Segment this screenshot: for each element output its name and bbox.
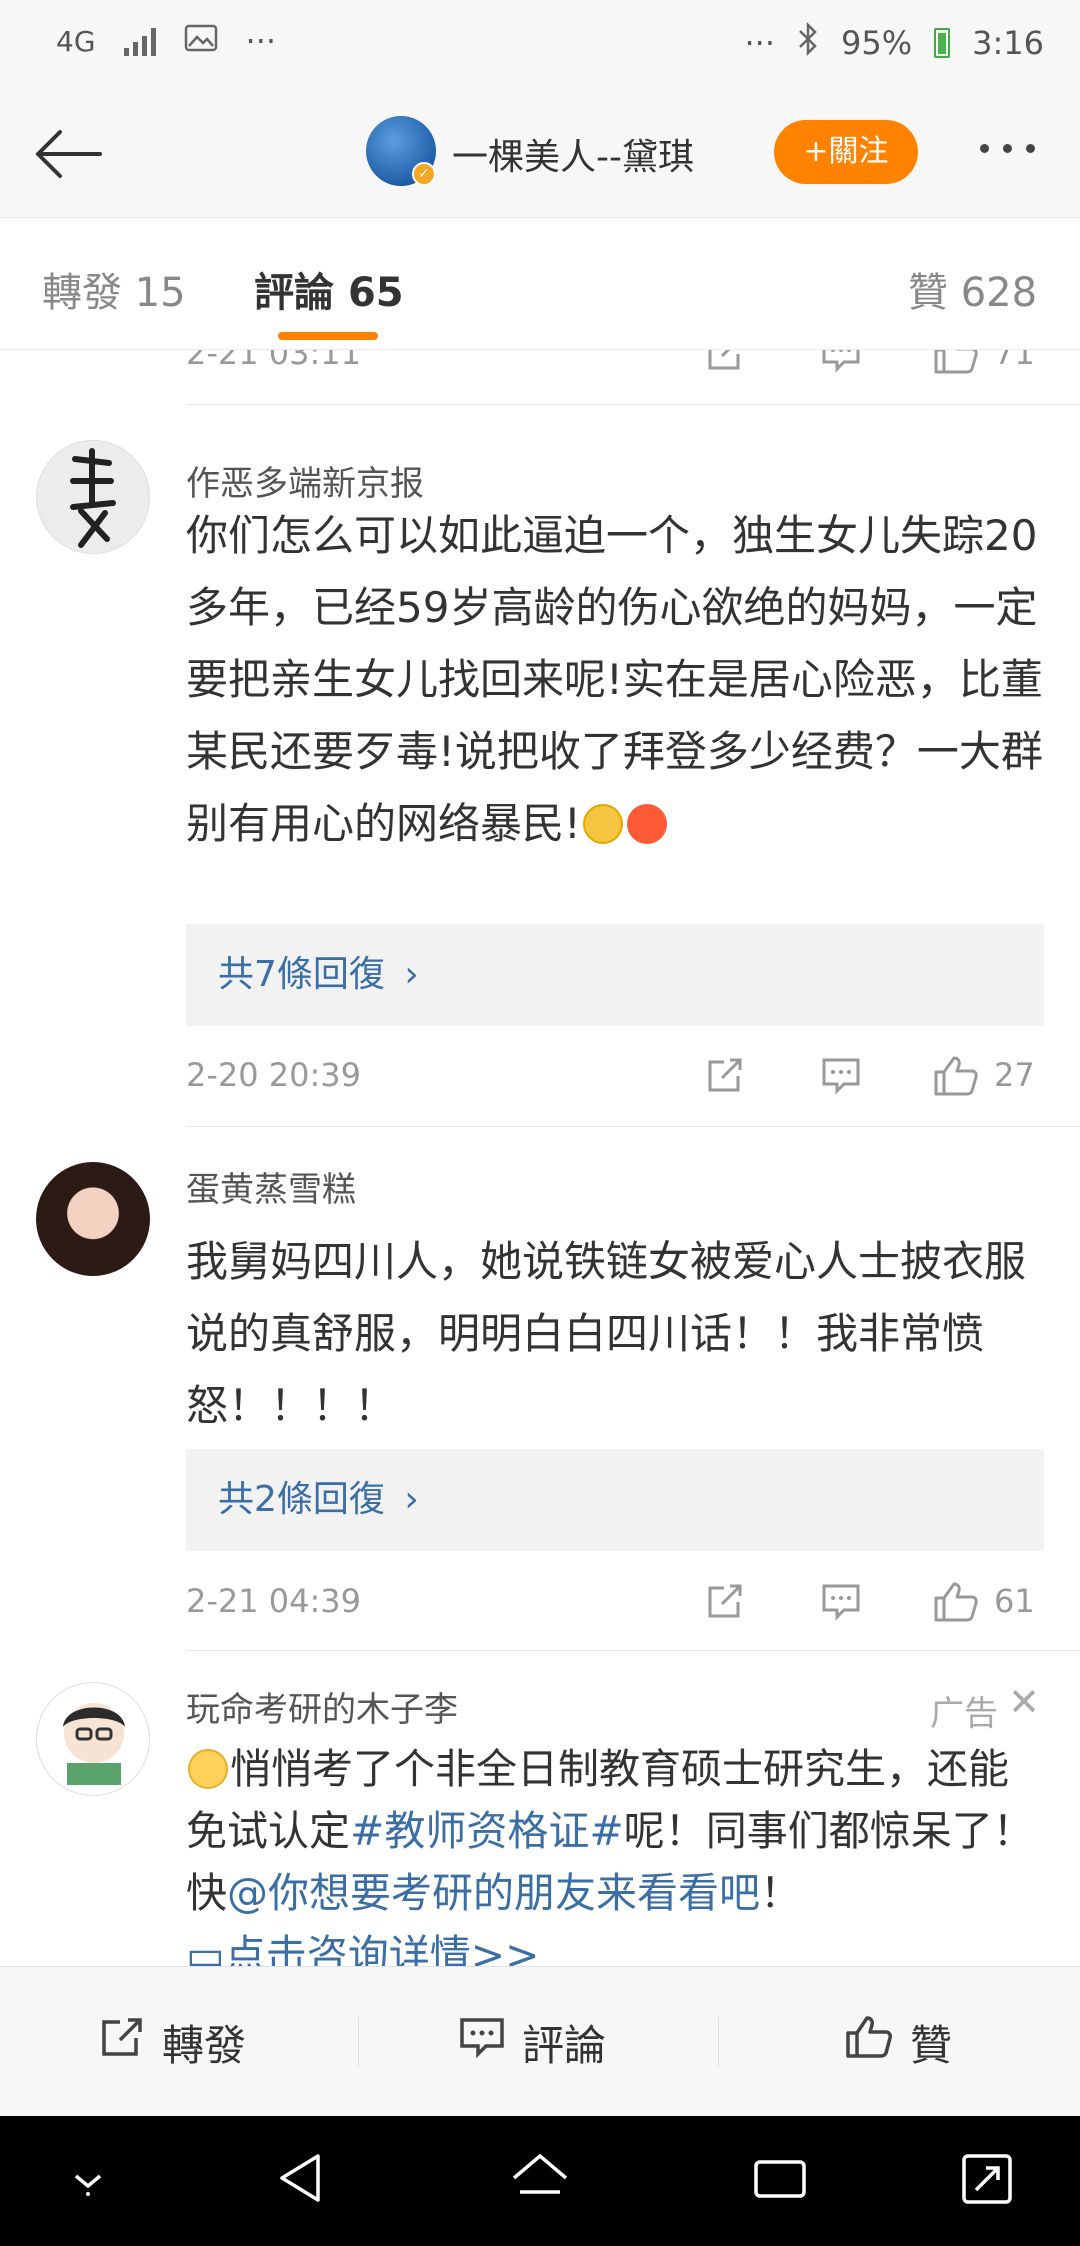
comment-icon[interactable] [820,350,862,378]
angry-emoji-icon [626,804,667,844]
bluetooth-icon [797,21,819,64]
like-count: 27 [994,1056,1035,1094]
divider [358,2017,359,2067]
back-arrow-icon[interactable] [30,122,106,186]
commenter-avatar[interactable] [36,440,150,554]
commenter-name[interactable]: 蛋黄蒸雪糕 [186,1162,356,1211]
follow-button[interactable]: +關注 [774,120,918,184]
comment-icon[interactable] [820,1054,862,1100]
like-label: 贊 [910,2020,953,2070]
tab-repost-label: 轉發 [42,270,122,316]
battery-icon [934,28,951,58]
tab-bar: 轉發 15 評論 65 贊 628 [0,218,1080,350]
ad-text-c: ！ [760,1869,801,1917]
comment-icon [458,2014,506,2070]
clock: 3:16 [972,24,1044,62]
chevron-right-icon: › [404,954,419,995]
repost-label: 轉發 [162,2020,247,2070]
system-nav-bar [0,2116,1080,2246]
divider [718,2017,719,2067]
doge-emoji-icon [582,804,623,844]
comment-time: 2-20 20:39 [186,1056,362,1094]
repost-icon [98,2014,146,2070]
hashtag-link[interactable]: #教师资格证# [350,1807,624,1855]
mention-link[interactable]: @你想要考研的朋友来看看吧 [227,1869,760,1917]
like-icon [844,2014,894,2070]
status-bar: 4G ··· ··· 95% 3:16 [0,0,1080,90]
tab-repost-count: 15 [134,270,186,316]
repost-button[interactable]: 轉發 [98,1967,246,2117]
comment-button[interactable]: 評論 [458,1967,606,2117]
video-icon: ▭ [186,1931,225,1966]
share-icon[interactable] [704,1580,746,1626]
divider [186,1126,1080,1127]
author-name[interactable]: 一棵美人--黛琪 [452,128,694,180]
like-count: 61 [994,1582,1035,1620]
signal-icon [123,26,156,56]
comment-body: 你们怎么可以如此逼迫一个，独生女儿失踪20多年，已经59岁高龄的伤心欲绝的妈妈，… [186,511,1043,848]
comment-time: 2-21 04:39 [186,1582,362,1620]
comment-label: 評論 [522,2020,607,2070]
share-icon[interactable] [704,1054,746,1100]
more-options-icon[interactable] [980,144,1035,153]
comment-time: 2-21 03:11 [186,350,362,372]
tab-likes-count: 628 [960,270,1038,316]
top-nav: ✓ 一棵美人--黛琪 +關注 [0,90,1080,218]
like-button[interactable]: 贊 [844,1967,952,2117]
tab-likes[interactable]: 贊 628 [908,260,1037,318]
recents-nav-icon[interactable] [750,2148,810,2208]
verified-badge-icon: ✓ [412,162,436,186]
replies-label: 共2條回復 [218,1479,385,1520]
ad-label: 广告 [930,1694,998,1734]
chevron-right-icon: › [404,1479,419,1520]
hide-keyboard-icon[interactable] [66,2148,110,2208]
fullscreen-nav-icon[interactable] [960,2148,1014,2208]
comment-text: 你们怎么可以如此逼迫一个，独生女儿失踪20多年，已经59岁高龄的伤心欲绝的妈妈，… [186,500,1046,860]
image-icon [184,22,218,60]
commenter-avatar[interactable] [36,1162,150,1276]
divider [186,404,1080,405]
shy-emoji-icon [188,1749,228,1789]
tab-repost[interactable]: 轉發 15 [42,260,186,318]
divider [186,1650,1080,1651]
active-tab-indicator [278,332,378,340]
ad-text[interactable]: 悄悄考了个非全日制教育硕士研究生，还能免试认定#教师资格证#呢！同事们都惊呆了！… [186,1738,1046,1966]
tab-comments-count: 65 [347,270,404,316]
like-icon[interactable] [932,1054,980,1102]
more-indicator: ··· [245,22,277,60]
comment-feed: 2-21 03:11 71 作恶多端新京报 你们怎么可以如此逼迫一个，独生女儿失… [0,350,1080,1966]
ad-detail-link[interactable]: ▭点击咨询详情>> [186,1931,539,1966]
battery-percent: 95% [841,24,913,62]
back-nav-icon[interactable] [274,2148,328,2208]
like-count: 71 [994,350,1035,372]
comment-meta: 2-21 04:39 61 [186,1578,1044,1628]
action-bar: 轉發 評論 贊 [0,1966,1080,2116]
home-nav-icon[interactable] [508,2148,572,2208]
commenter-name[interactable]: 作恶多端新京报 [186,456,424,505]
comment-text: 我舅妈四川人，她说铁链女被爱心人士披衣服说的真舒服，明明白白四川话！！我非常愤怒… [186,1237,1027,1430]
view-replies-button[interactable]: 共7條回復 › [186,924,1044,1026]
ad-detail-link-label: 点击咨询详情>> [224,1931,540,1966]
tab-likes-label: 贊 [908,270,948,316]
partial-comment-meta: 2-21 03:11 71 [186,350,1044,380]
replies-label: 共7條回復 [218,954,385,995]
tab-comments-label: 評論 [254,270,334,316]
advertiser-avatar[interactable] [36,1682,150,1796]
tab-comments[interactable]: 評論 65 [254,260,404,318]
close-icon[interactable]: ✕ [1008,1680,1040,1724]
comment-icon[interactable] [820,1580,862,1626]
share-icon[interactable] [704,350,746,378]
network-type: 4G [56,24,96,58]
advertiser-name[interactable]: 玩命考研的木子李 [186,1682,458,1731]
more-indicator-right: ··· [744,24,776,62]
view-replies-button[interactable]: 共2條回復 › [186,1449,1044,1551]
comment-meta: 2-20 20:39 27 [186,1052,1044,1102]
like-icon[interactable] [932,350,980,380]
like-icon[interactable] [932,1580,980,1628]
